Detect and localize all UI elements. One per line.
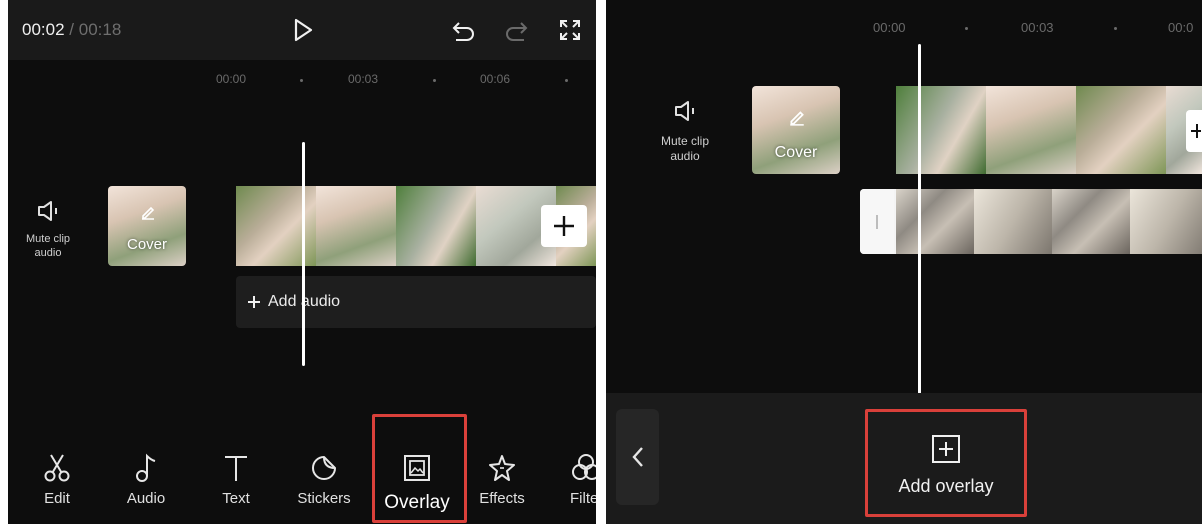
left-editor-panel: 00:02 / 00:18 00:00 00:03 00:06 Mute cli… bbox=[8, 0, 596, 524]
clip-thumbnail bbox=[986, 86, 1076, 174]
overlay-thumbnail bbox=[1052, 189, 1130, 254]
ruler-mark: 00:03 bbox=[1021, 20, 1054, 35]
total-time: 00:18 bbox=[78, 20, 122, 39]
toolbar-label: Text bbox=[222, 490, 250, 507]
playhead[interactable] bbox=[302, 142, 305, 366]
add-audio-button[interactable]: Add audio bbox=[236, 276, 596, 328]
clip-thumbnail bbox=[396, 186, 476, 266]
toolbar-label: Stickers bbox=[297, 490, 351, 507]
music-note-icon bbox=[136, 453, 156, 482]
playback-time: 00:02 / 00:18 bbox=[22, 20, 121, 40]
overlay-thumbnail bbox=[1130, 189, 1202, 254]
pencil-icon bbox=[790, 111, 804, 126]
plus-icon bbox=[1191, 124, 1201, 138]
text-icon bbox=[225, 456, 247, 481]
toolbar-label: Filte bbox=[570, 490, 596, 507]
toolbar-filters[interactable]: Filte bbox=[558, 450, 596, 507]
clip-thumbnail bbox=[316, 186, 396, 266]
clip-thumbnail bbox=[1076, 86, 1166, 174]
ruler-mark: 00:03 bbox=[348, 72, 379, 86]
pencil-icon bbox=[142, 206, 155, 220]
toolbar-effects[interactable]: Effects bbox=[467, 450, 537, 507]
overlay-thumbnail bbox=[974, 189, 1052, 254]
cover-thumbnail[interactable]: Cover bbox=[108, 186, 186, 266]
ruler-mark: 00:00 bbox=[216, 72, 247, 86]
mute-label: Mute clip audio bbox=[660, 134, 710, 163]
toolbar-label: Effects bbox=[479, 490, 525, 507]
ruler-dot bbox=[300, 79, 303, 82]
mute-clip-audio-button[interactable]: Mute clip audio bbox=[12, 200, 84, 260]
right-editor-panel: 00:00 00:03 00:0 Mute clip audio Cover A… bbox=[606, 0, 1202, 524]
add-overlay-highlight-box bbox=[865, 409, 1027, 517]
speaker-icon bbox=[675, 101, 694, 121]
ruler-dot bbox=[965, 27, 968, 30]
cover-thumbnail[interactable]: Cover bbox=[752, 86, 840, 174]
play-button[interactable] bbox=[291, 16, 315, 44]
toolbar-stickers[interactable]: Stickers bbox=[289, 450, 359, 507]
overlay-highlight-box bbox=[372, 414, 467, 523]
playhead[interactable] bbox=[918, 44, 921, 394]
time-separator: / bbox=[69, 20, 75, 39]
plus-icon bbox=[248, 296, 260, 308]
ruler-dot bbox=[565, 79, 568, 82]
cover-label: Cover bbox=[126, 236, 167, 253]
redo-button[interactable] bbox=[503, 18, 531, 44]
ruler-dot bbox=[1114, 27, 1117, 30]
cover-label: Cover bbox=[774, 144, 818, 161]
undo-icon bbox=[452, 22, 474, 41]
play-icon bbox=[294, 18, 313, 42]
ruler-mark: 00:06 bbox=[480, 72, 511, 86]
video-clip-track[interactable] bbox=[896, 86, 1202, 174]
scissors-icon bbox=[44, 454, 70, 482]
sticker-icon bbox=[312, 456, 336, 480]
clip-thumbnail bbox=[896, 86, 986, 174]
mute-clip-audio-button[interactable]: Mute clip audio bbox=[646, 100, 724, 164]
toolbar-text[interactable]: Text bbox=[201, 450, 271, 507]
add-clip-button[interactable] bbox=[1186, 110, 1202, 152]
overlay-thumbnail bbox=[896, 189, 974, 254]
overlay-thumbnails bbox=[896, 189, 1202, 254]
toolbar-label: Edit bbox=[44, 490, 70, 507]
fullscreen-button[interactable] bbox=[557, 17, 583, 43]
add-clip-button[interactable] bbox=[541, 205, 587, 247]
redo-icon bbox=[506, 22, 528, 41]
ruler-dot bbox=[433, 79, 436, 82]
ruler-mark: 00:0 bbox=[1168, 20, 1194, 35]
speaker-icon bbox=[38, 201, 57, 221]
toolbar-edit[interactable]: Edit bbox=[22, 450, 92, 507]
ruler-mark: 00:00 bbox=[873, 20, 906, 35]
current-time: 00:02 bbox=[22, 20, 65, 39]
toolbar-audio[interactable]: Audio bbox=[111, 450, 181, 507]
effects-star-icon bbox=[489, 455, 515, 481]
overlay-track[interactable] bbox=[860, 189, 1202, 254]
mute-label: Mute clip audio bbox=[25, 233, 71, 259]
undo-button[interactable] bbox=[449, 18, 477, 44]
overlay-trim-handle[interactable] bbox=[860, 189, 894, 254]
plus-icon bbox=[554, 216, 574, 236]
filters-icon bbox=[572, 454, 596, 480]
toolbar-label: Audio bbox=[126, 490, 166, 507]
fullscreen-icon bbox=[560, 20, 580, 40]
chevron-left-icon bbox=[631, 447, 643, 467]
top-bar: 00:02 / 00:18 bbox=[8, 0, 596, 60]
back-button[interactable] bbox=[616, 409, 659, 505]
